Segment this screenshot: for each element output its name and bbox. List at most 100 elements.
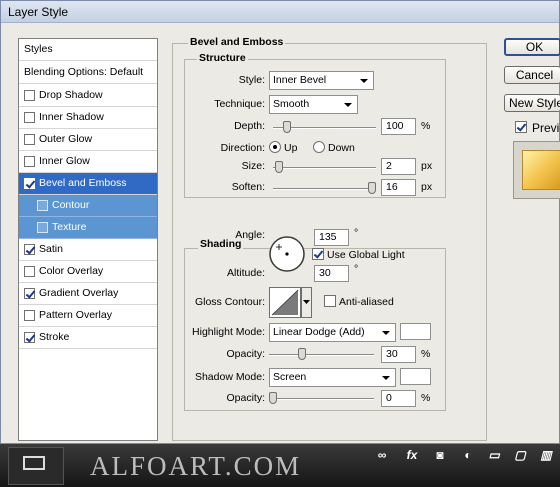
size-slider-handle[interactable] xyxy=(274,161,283,173)
altitude-field[interactable]: 30 xyxy=(314,265,349,282)
highlight-mode-label: Highlight Mode: xyxy=(192,326,265,338)
style-item-satin[interactable]: Satin xyxy=(19,239,157,261)
depth-field[interactable]: 100 xyxy=(381,118,416,135)
direction-up-radio[interactable] xyxy=(269,141,281,153)
style-item-checkbox[interactable] xyxy=(24,90,35,101)
size-field[interactable]: 2 xyxy=(381,158,416,175)
styles-list: Styles Blending Options: Default Drop Sh… xyxy=(18,38,158,441)
style-label: Style: xyxy=(238,74,265,86)
style-item-bevel-and-emboss[interactable]: Bevel and Emboss xyxy=(19,173,157,195)
style-item-texture[interactable]: Texture xyxy=(19,217,157,239)
style-item-checkbox[interactable] xyxy=(37,222,48,233)
style-item-checkbox[interactable] xyxy=(24,332,35,343)
soften-label: Soften: xyxy=(231,181,265,193)
style-item-label: Gradient Overlay xyxy=(39,287,119,299)
style-item-checkbox[interactable] xyxy=(24,134,35,145)
highlight-opacity-field[interactable]: 30 xyxy=(381,346,416,363)
mask-add-icon[interactable]: ◙ xyxy=(433,448,447,462)
style-dropdown[interactable]: Inner Bevel xyxy=(269,71,374,90)
style-item-gradient-overlay[interactable]: Gradient Overlay xyxy=(19,283,157,305)
style-item-checkbox[interactable] xyxy=(24,266,35,277)
style-item-drop-shadow[interactable]: Drop Shadow xyxy=(19,85,157,107)
chevron-down-icon xyxy=(382,376,390,380)
gloss-contour-label: Gloss Contour: xyxy=(194,296,265,308)
shadow-opacity-unit: % xyxy=(421,392,431,404)
chevron-down-icon xyxy=(360,79,368,83)
new-layer-icon[interactable]: ▢ xyxy=(513,448,527,462)
highlight-opacity-label: Opacity: xyxy=(226,348,265,360)
layers-panel-toolbar: ∞ fx ◙ ◐ ▭ ▢ ▥ xyxy=(361,444,560,466)
layer-style-dialog: Layer Style Styles Blending Options: Def… xyxy=(0,0,560,444)
cancel-button[interactable]: Cancel xyxy=(504,66,560,84)
mask-icon xyxy=(23,456,45,470)
shadow-opacity-slider-handle[interactable] xyxy=(269,392,277,404)
style-item-outer-glow[interactable]: Outer Glow xyxy=(19,129,157,151)
style-dropdown-value: Inner Bevel xyxy=(273,74,327,86)
style-item-checkbox[interactable] xyxy=(24,310,35,321)
style-item-contour[interactable]: Contour xyxy=(19,195,157,217)
shadow-opacity-field[interactable]: 0 xyxy=(381,390,416,407)
altitude-label: Altitude: xyxy=(227,267,265,279)
preview-label: Preview xyxy=(532,121,560,135)
style-item-stroke[interactable]: Stroke xyxy=(19,327,157,349)
size-slider[interactable] xyxy=(273,167,376,169)
anti-aliased-checkbox[interactable] xyxy=(324,295,336,307)
depth-slider-handle[interactable] xyxy=(282,121,291,133)
highlight-opacity-slider-handle[interactable] xyxy=(298,348,307,360)
style-item-inner-shadow[interactable]: Inner Shadow xyxy=(19,107,157,129)
folder-icon[interactable]: ▭ xyxy=(487,448,501,462)
direction-down-radio[interactable] xyxy=(313,141,325,153)
preview-thumbnail xyxy=(522,150,560,190)
structure-title: Structure xyxy=(197,52,248,64)
angle-field[interactable]: 135 xyxy=(314,229,349,246)
style-item-checkbox[interactable] xyxy=(24,112,35,123)
shadow-opacity-slider[interactable] xyxy=(269,398,374,400)
highlight-opacity-slider[interactable] xyxy=(269,354,374,356)
ok-button[interactable]: OK xyxy=(504,38,560,56)
style-item-checkbox[interactable] xyxy=(37,200,48,211)
style-item-label: Satin xyxy=(39,243,63,255)
style-item-checkbox[interactable] xyxy=(24,178,35,189)
angle-dial[interactable] xyxy=(267,234,307,274)
new-style-button[interactable]: New Style xyxy=(504,94,560,112)
style-item-label: Drop Shadow xyxy=(39,89,103,101)
style-item-checkbox[interactable] xyxy=(24,288,35,299)
depth-label: Depth: xyxy=(234,120,265,132)
title-bar[interactable]: Layer Style xyxy=(1,1,559,23)
style-item-color-overlay[interactable]: Color Overlay xyxy=(19,261,157,283)
technique-dropdown[interactable]: Smooth xyxy=(269,95,358,114)
blending-options-item[interactable]: Blending Options: Default xyxy=(19,62,157,84)
bevel-emboss-title: Bevel and Emboss xyxy=(188,36,286,48)
shadow-mode-label: Shadow Mode: xyxy=(194,371,265,383)
fx-icon[interactable]: fx xyxy=(405,448,419,462)
use-global-light-checkbox[interactable] xyxy=(312,248,324,260)
shadow-color-swatch[interactable] xyxy=(400,368,431,385)
style-item-label: Inner Glow xyxy=(39,155,90,167)
altitude-unit: ° xyxy=(354,263,359,275)
adjustment-icon[interactable]: ◐ xyxy=(461,448,475,462)
style-item-checkbox[interactable] xyxy=(24,156,35,167)
blending-options-label: Blending Options: Default xyxy=(24,66,144,78)
soften-slider-handle[interactable] xyxy=(368,182,376,194)
window-title: Layer Style xyxy=(8,5,69,19)
gloss-contour-picker[interactable] xyxy=(269,287,312,319)
style-item-pattern-overlay[interactable]: Pattern Overlay xyxy=(19,305,157,327)
soften-field[interactable]: 16 xyxy=(381,179,416,196)
style-item-label: Contour xyxy=(52,199,90,211)
style-item-label: Texture xyxy=(52,221,87,233)
styles-header[interactable]: Styles xyxy=(19,39,157,61)
angle-unit: ° xyxy=(354,227,359,239)
link-icon[interactable]: ∞ xyxy=(375,448,389,462)
style-item-checkbox[interactable] xyxy=(24,244,35,255)
style-item-inner-glow[interactable]: Inner Glow xyxy=(19,151,157,173)
highlight-color-swatch[interactable] xyxy=(400,323,431,340)
preview-checkbox[interactable] xyxy=(515,121,527,133)
shadow-mode-dropdown[interactable]: Screen xyxy=(269,368,396,387)
soften-slider[interactable] xyxy=(273,188,376,190)
highlight-opacity-unit: % xyxy=(421,348,431,360)
trash-icon[interactable]: ▥ xyxy=(539,448,553,462)
anti-aliased-label: Anti-aliased xyxy=(339,296,394,308)
use-global-light-label: Use Global Light xyxy=(327,249,405,261)
highlight-mode-dropdown[interactable]: Linear Dodge (Add) xyxy=(269,323,396,342)
soften-unit: px xyxy=(421,181,433,193)
